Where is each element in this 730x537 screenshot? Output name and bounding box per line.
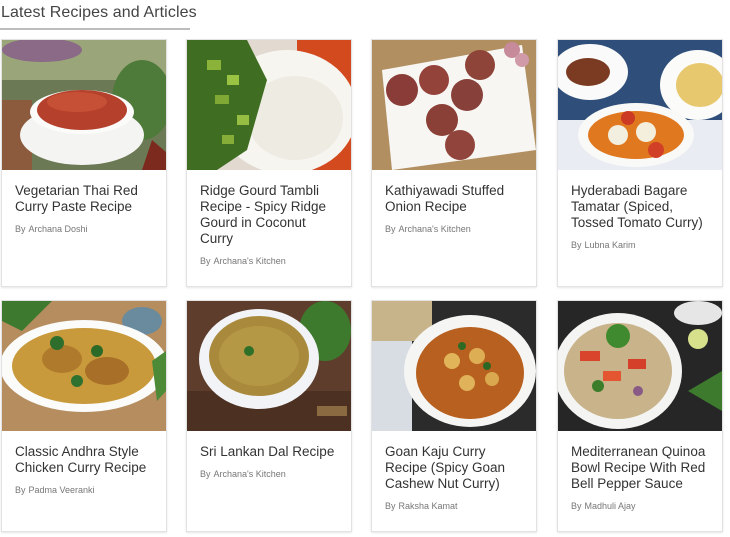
recipe-title[interactable]: Ridge Gourd Tambli Recipe - Spicy Ridge … xyxy=(200,183,342,247)
author-name[interactable]: Raksha Kamat xyxy=(399,501,458,511)
by-label: By xyxy=(15,485,26,495)
by-label: By xyxy=(385,501,396,511)
recipe-photo[interactable] xyxy=(2,40,166,170)
recipe-photo[interactable] xyxy=(558,301,722,431)
recipe-author[interactable]: By Padma Veeranki xyxy=(15,485,95,495)
by-label: By xyxy=(200,256,211,266)
recipe-title[interactable]: Vegetarian Thai Red Curry Paste Recipe xyxy=(15,183,157,215)
recipe-title[interactable]: Mediterranean Quinoa Bowl Recipe With Re… xyxy=(571,444,713,492)
by-label: By xyxy=(571,501,582,511)
recipe-card[interactable]: Mediterranean Quinoa Bowl Recipe With Re… xyxy=(557,300,723,532)
recipe-photo[interactable] xyxy=(2,301,166,431)
recipe-photo[interactable] xyxy=(372,40,536,170)
author-name[interactable]: Padma Veeranki xyxy=(29,485,95,495)
recipe-card[interactable]: Goan Kaju Curry Recipe (Spicy Goan Cashe… xyxy=(371,300,537,532)
recipe-title[interactable]: Goan Kaju Curry Recipe (Spicy Goan Cashe… xyxy=(385,444,527,492)
author-name[interactable]: Archana Doshi xyxy=(29,224,88,234)
recipe-card[interactable]: Kathiyawadi Stuffed Onion Recipe By Archa… xyxy=(371,39,537,287)
author-name[interactable]: Madhuli Ajay xyxy=(585,501,636,511)
recipe-title[interactable]: Kathiyawadi Stuffed Onion Recipe xyxy=(385,183,527,215)
recipe-title[interactable]: Hyderabadi Bagare Tamatar (Spiced, Tosse… xyxy=(571,183,713,231)
author-name[interactable]: Archana's Kitchen xyxy=(214,256,286,266)
recipe-photo[interactable] xyxy=(187,301,351,431)
recipe-photo[interactable] xyxy=(187,40,351,170)
recipe-author[interactable]: By Archana's Kitchen xyxy=(385,224,471,234)
by-label: By xyxy=(15,224,26,234)
recipe-card[interactable]: Classic Andhra Style Chicken Curry Recip… xyxy=(1,300,167,532)
recipe-card[interactable]: Ridge Gourd Tambli Recipe - Spicy Ridge … xyxy=(186,39,352,287)
recipe-card[interactable]: Vegetarian Thai Red Curry Paste Recipe B… xyxy=(1,39,167,287)
section-underline xyxy=(0,28,190,30)
recipe-photo[interactable] xyxy=(558,40,722,170)
by-label: By xyxy=(571,240,582,250)
recipe-title[interactable]: Classic Andhra Style Chicken Curry Recip… xyxy=(15,444,157,476)
recipe-author[interactable]: By Lubna Karim xyxy=(571,240,636,250)
recipe-author[interactable]: By Archana's Kitchen xyxy=(200,469,286,479)
section-title: Latest Recipes and Articles xyxy=(1,4,197,21)
by-label: By xyxy=(200,469,211,479)
recipe-photo[interactable] xyxy=(372,301,536,431)
recipe-author[interactable]: By Archana's Kitchen xyxy=(200,256,286,266)
by-label: By xyxy=(385,224,396,234)
recipe-card[interactable]: Hyderabadi Bagare Tamatar (Spiced, Tosse… xyxy=(557,39,723,287)
recipe-card[interactable]: Sri Lankan Dal Recipe By Archana's Kitche… xyxy=(186,300,352,532)
author-name[interactable]: Archana's Kitchen xyxy=(399,224,471,234)
recipe-title[interactable]: Sri Lankan Dal Recipe xyxy=(200,444,342,460)
section-header: Latest Recipes and Articles xyxy=(0,0,197,30)
author-name[interactable]: Lubna Karim xyxy=(585,240,636,250)
author-name[interactable]: Archana's Kitchen xyxy=(214,469,286,479)
recipe-author[interactable]: By Raksha Kamat xyxy=(385,501,458,511)
recipe-author[interactable]: By Archana Doshi xyxy=(15,224,88,234)
recipe-author[interactable]: By Madhuli Ajay xyxy=(571,501,636,511)
